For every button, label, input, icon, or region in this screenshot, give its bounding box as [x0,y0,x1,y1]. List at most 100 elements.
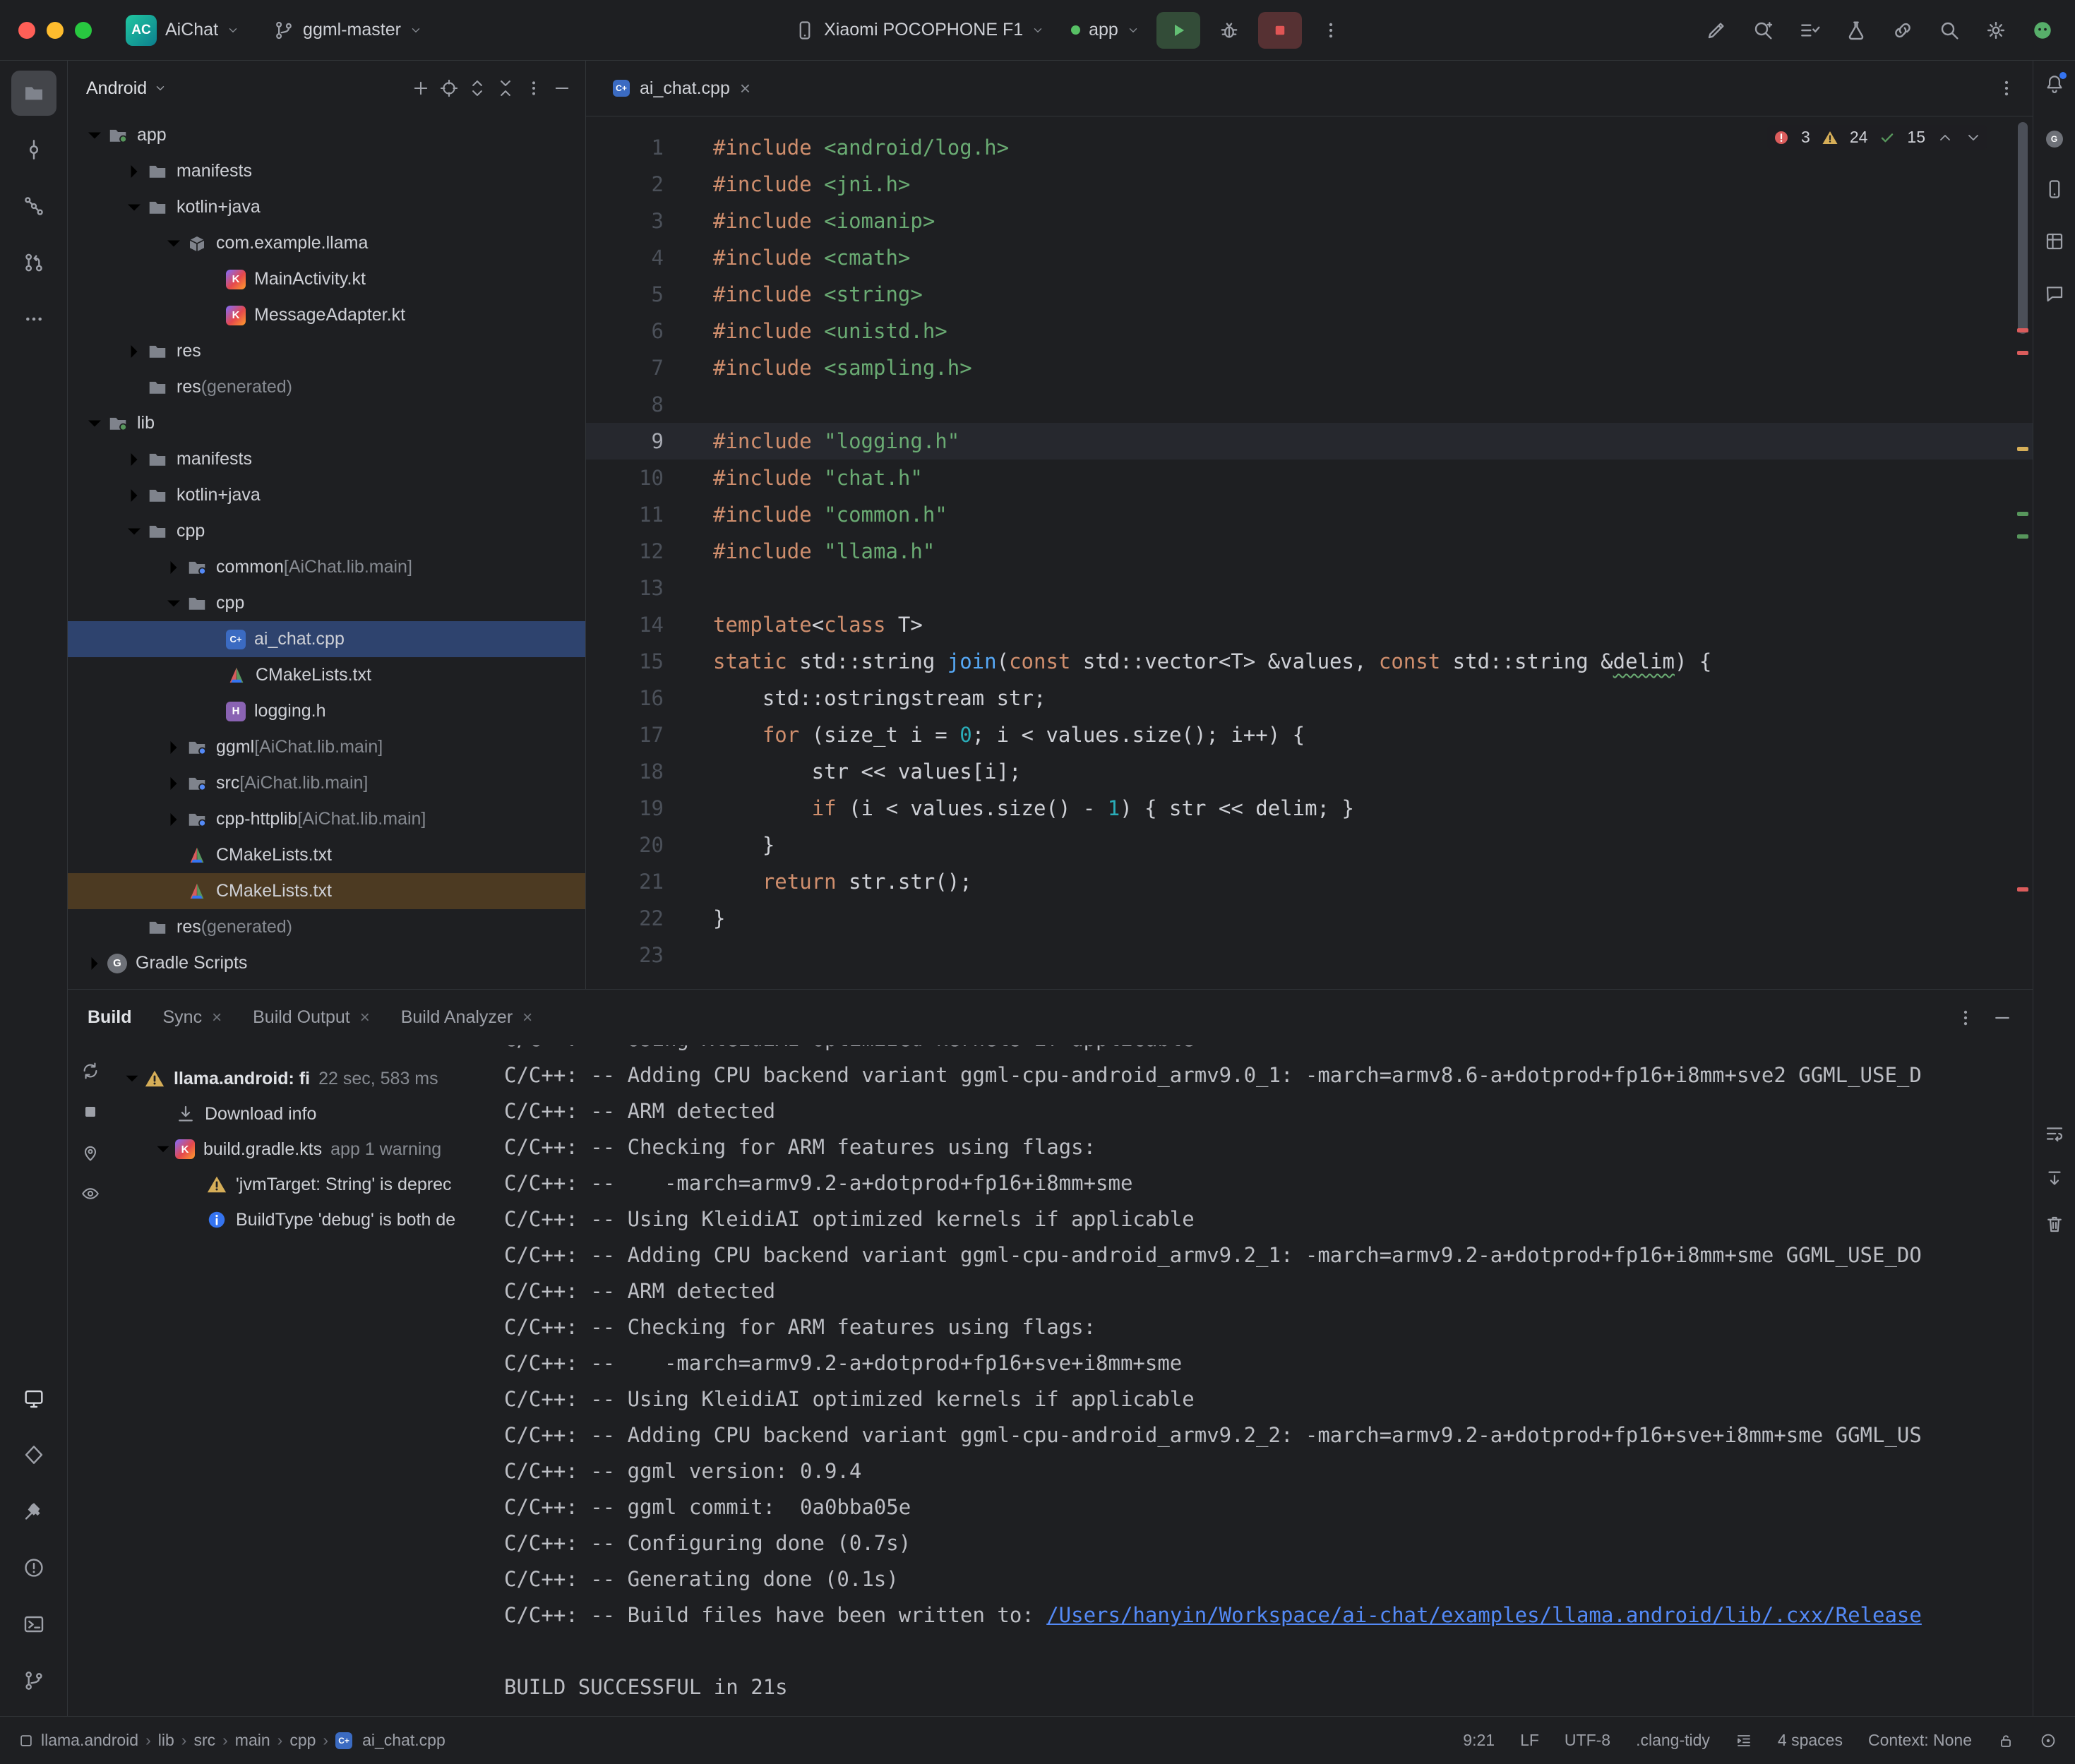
project-widget[interactable]: AC AiChat [116,8,249,53]
code-line-8[interactable]: 8 [586,386,2033,423]
chevron-right-icon[interactable] [161,771,186,796]
breadcrumb-item-src[interactable]: src [193,1731,215,1750]
chevron-down-icon[interactable] [120,1067,144,1091]
notifications-button[interactable] [2044,73,2065,100]
highlight-level-icon[interactable] [2040,1732,2057,1749]
code-line-9[interactable]: 9#include "logging.h" [586,423,2033,460]
tree-item-cmakelists-txt[interactable]: CMakeLists.txt [68,873,585,909]
soft-wrap-icon[interactable] [2044,1123,2065,1144]
change-stripe-mark[interactable] [2017,512,2028,516]
search-everywhere-icon[interactable] [1938,19,1961,42]
pin-icon[interactable] [80,1143,100,1163]
next-problem-icon[interactable] [1965,129,1982,146]
code-line-7[interactable]: 7#include <sampling.h> [586,349,2033,386]
tree-item-com-example-llama[interactable]: com.example.llama [68,225,585,261]
tree-item-res[interactable]: res [68,333,585,369]
error-stripe-mark[interactable] [2017,328,2028,332]
tree-item-lib[interactable]: lib [68,405,585,441]
link-icon[interactable] [1891,19,1914,42]
chevron-down-icon[interactable] [151,1137,175,1161]
project-view-selector[interactable]: Android [86,78,147,99]
rerun-build-icon[interactable] [80,1061,100,1081]
tree-item-res[interactable]: res (generated) [68,909,585,945]
error-stripe-mark[interactable] [2017,351,2028,355]
settings-icon[interactable] [1985,19,2007,42]
error-stripe-mark[interactable] [2017,887,2028,892]
code-line-10[interactable]: 10#include "chat.h" [586,460,2033,496]
experiments-icon[interactable] [1845,19,1867,42]
tree-item-cpp[interactable]: cpp [68,585,585,621]
vcs-branch-widget[interactable]: ggml-master [263,13,432,48]
code-line-6[interactable]: 6#include <unistd.h> [586,313,2033,349]
tree-item-manifests[interactable]: manifests [68,153,585,189]
indent-size[interactable]: 4 spaces [1778,1731,1843,1750]
debug-button[interactable] [1207,12,1251,49]
editor-scrollbar[interactable] [2011,116,2033,989]
stop-button[interactable] [1258,12,1302,49]
tree-item-ai-chat-cpp[interactable]: C+ai_chat.cpp [68,621,585,657]
code-line-2[interactable]: 2#include <jni.h> [586,166,2033,203]
tool-problems-button[interactable] [11,1545,56,1590]
device-manager-icon[interactable] [2044,179,2065,200]
code-line-20[interactable]: 20 } [586,827,2033,863]
layout-inspector-icon[interactable] [2044,231,2065,252]
tree-item-manifests[interactable]: manifests [68,441,585,477]
clang-tidy-widget[interactable]: .clang-tidy [1636,1731,1710,1750]
code-line-13[interactable]: 13 [586,570,2033,606]
code-line-18[interactable]: 18 str << values[i]; [586,753,2033,790]
tree-item-kotlin-java[interactable]: kotlin+java [68,189,585,225]
build-tree-item-jvmtarget-string-is-deprec[interactable]: 'jvmTarget: String' is deprec [113,1167,494,1202]
tool-running-devices-button[interactable] [11,1376,56,1421]
code-line-23[interactable]: 23 [586,937,2033,973]
run-configuration-selector[interactable]: app [1061,13,1149,47]
tree-item-app[interactable]: app [68,117,585,153]
warning-stripe-mark[interactable] [2017,447,2028,451]
tab-options-kebab-icon[interactable] [1996,78,2017,99]
code-line-21[interactable]: 21 return str.str(); [586,863,2033,900]
scroll-to-end-icon[interactable] [2044,1168,2065,1189]
code-line-19[interactable]: 19 if (i < values.size() - 1) { str << d… [586,790,2033,827]
chevron-right-icon[interactable] [161,555,186,580]
tree-item-common[interactable]: common [AiChat.lib.main] [68,549,585,585]
code-line-16[interactable]: 16 std::ostringstream str; [586,680,2033,716]
editor-tab-ai-chat-cpp[interactable]: C+ ai_chat.cpp × [602,61,762,116]
tool-build-button[interactable] [11,1489,56,1534]
build-tree-item-build-gradle-kts[interactable]: Kbuild.gradle.ktsapp 1 warning [113,1132,494,1167]
tree-item-cmakelists-txt[interactable]: CMakeLists.txt [68,657,585,693]
chevron-right-icon[interactable] [121,339,147,364]
build-tree-item-buildtype-debug-is-both-de[interactable]: BuildType 'debug' is both de [113,1202,494,1237]
hide-panel-icon[interactable] [551,78,573,99]
stop-build-icon[interactable] [80,1102,100,1122]
close-tab-icon[interactable]: × [212,1009,222,1026]
close-tab-icon[interactable]: × [360,1009,370,1026]
line-separator[interactable]: LF [1520,1731,1539,1750]
tree-item-src[interactable]: src [AiChat.lib.main] [68,765,585,801]
chevron-down-icon[interactable] [161,591,186,616]
tree-item-cmakelists-txt[interactable]: CMakeLists.txt [68,837,585,873]
tree-item-cpp-httplib[interactable]: cpp-httplib [AiChat.lib.main] [68,801,585,837]
locate-file-icon[interactable] [438,78,460,99]
build-tab-sync[interactable]: Sync× [163,1007,222,1028]
app-insights-icon[interactable] [2044,283,2065,304]
build-tree-item-llama-android-fi[interactable]: llama.android: fi22 sec, 583 ms [113,1061,494,1096]
file-encoding[interactable]: UTF-8 [1565,1731,1610,1750]
build-tab-build-output[interactable]: Build Output× [253,1007,370,1028]
tree-item-logging-h[interactable]: Hlogging.h [68,693,585,729]
tool-project-button[interactable] [11,71,56,116]
previous-problem-icon[interactable] [1937,129,1954,146]
code-line-5[interactable]: 5#include <string> [586,276,2033,313]
change-stripe-mark[interactable] [2017,534,2028,539]
code-editor[interactable]: 1#include <android/log.h>2#include <jni.… [586,116,2033,989]
chevron-right-icon[interactable] [121,447,147,472]
clear-all-icon[interactable] [2044,1213,2065,1235]
caret-position[interactable]: 9:21 [1463,1731,1495,1750]
lock-icon[interactable] [1997,1732,2014,1749]
code-line-14[interactable]: 14template<class T> [586,606,2033,643]
chevron-down-icon[interactable] [82,123,107,148]
tree-item-ggml[interactable]: ggml [AiChat.lib.main] [68,729,585,765]
close-tab-icon[interactable]: × [522,1009,532,1026]
ai-prompt-icon[interactable] [1705,19,1728,42]
resource-context[interactable]: Context: None [1868,1731,1972,1750]
gradle-icon[interactable]: G [2046,131,2063,148]
build-output-link[interactable]: /Users/hanyin/Workspace/ai-chat/examples… [1046,1603,1922,1627]
